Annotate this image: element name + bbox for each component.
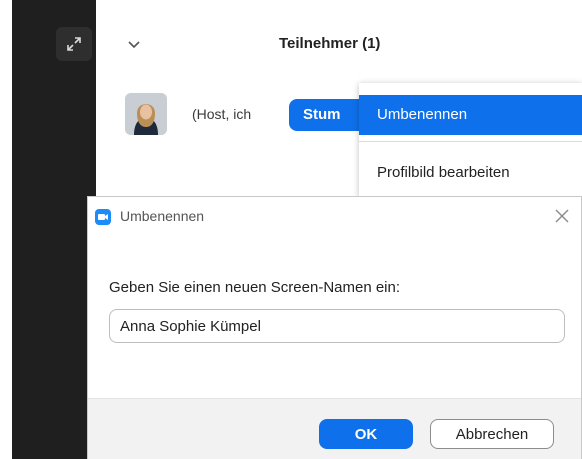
zoom-app-icon [95,209,111,225]
video-sidebar [12,0,96,459]
panel-title: Teilnehmer (1) [279,35,381,52]
menu-item-label: Profilbild bearbeiten [377,164,510,181]
participant-context-menu: Umbenennen Profilbild bearbeiten [359,83,582,197]
left-edge [0,0,12,459]
dialog-footer: OK Abbrechen [88,398,581,459]
dialog-titlebar: Umbenennen [88,197,581,237]
menu-item-rename[interactable]: Umbenennen [359,95,582,135]
rename-dialog: Umbenennen Geben Sie einen neuen Screen-… [87,196,582,459]
menu-item-edit-profile-picture[interactable]: Profilbild bearbeiten [359,153,582,193]
ok-button[interactable]: OK [319,419,413,449]
screen-name-input[interactable] [109,309,565,343]
participant-name: (Host, ich [192,106,252,122]
avatar [125,93,167,135]
expand-arrows-icon [67,37,81,51]
close-icon[interactable] [553,207,571,225]
expand-button[interactable] [56,27,92,61]
chevron-down-icon[interactable] [126,36,142,52]
menu-divider [359,141,582,142]
menu-item-label: Umbenennen [377,106,468,123]
cancel-button[interactable]: Abbrechen [430,419,554,449]
dialog-prompt: Geben Sie einen neuen Screen-Namen ein: [109,279,401,296]
dialog-title: Umbenennen [120,208,205,224]
